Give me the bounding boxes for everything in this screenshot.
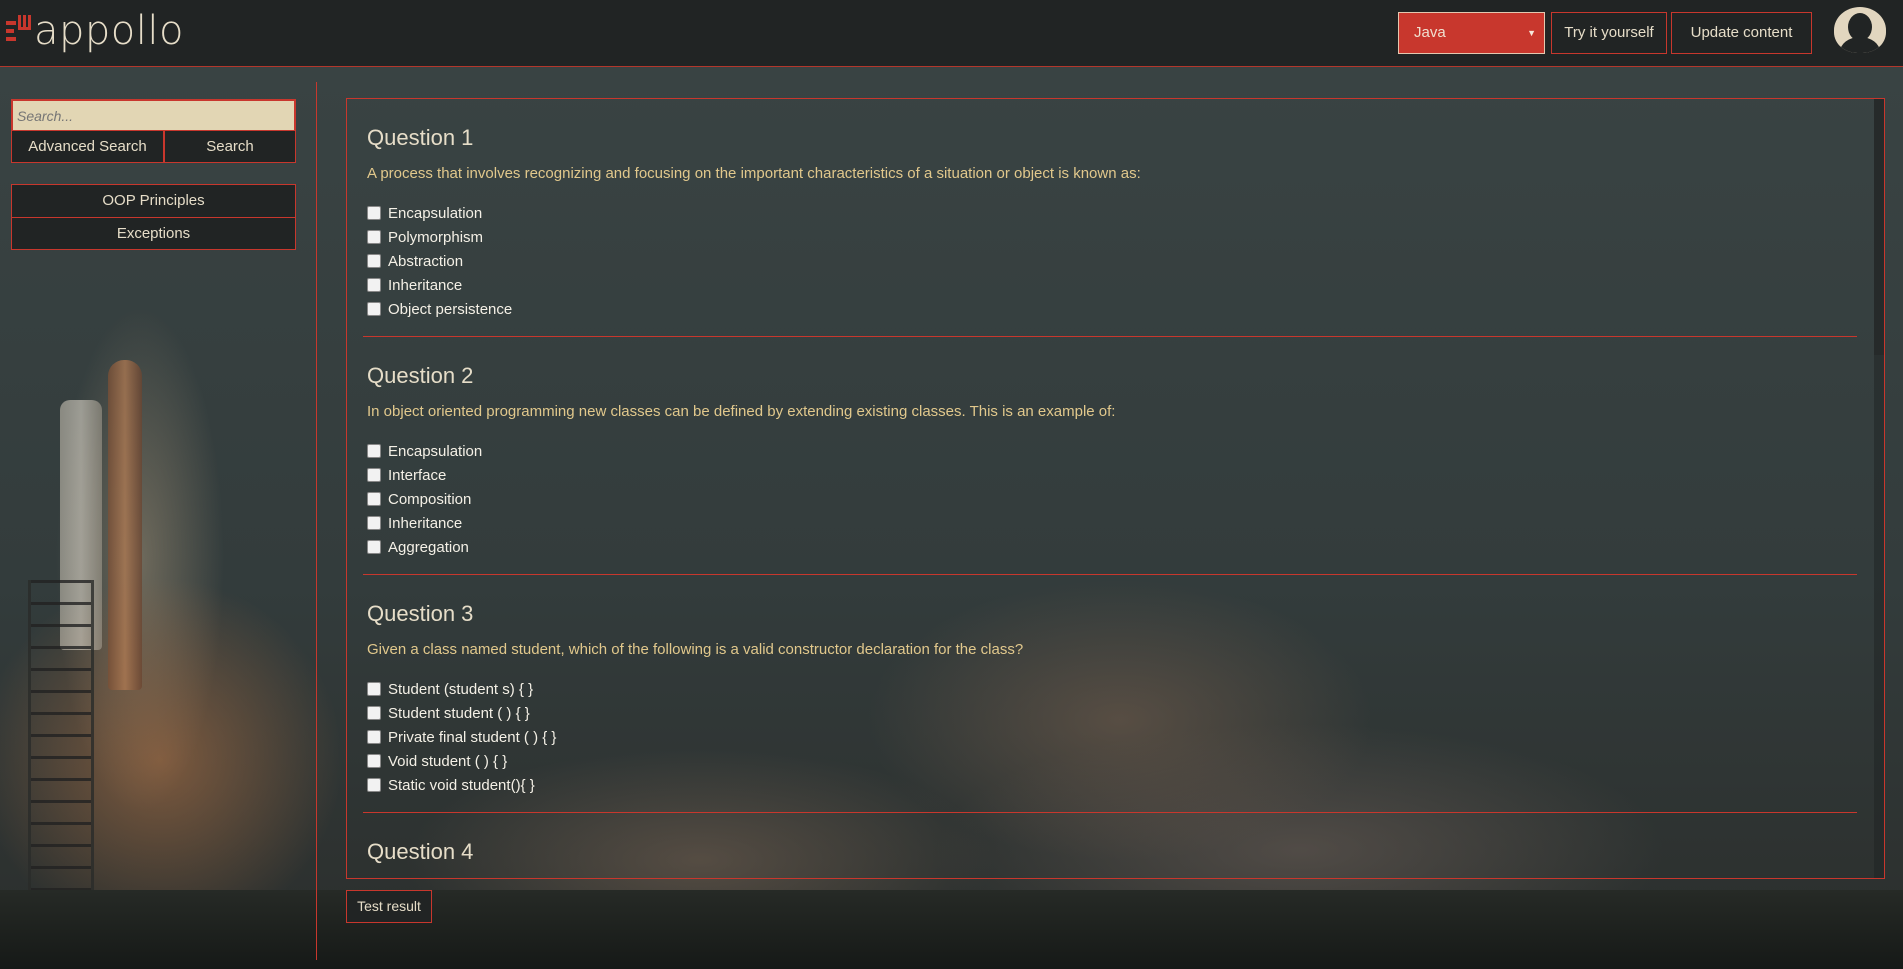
option-label: Student student ( ) { }	[388, 704, 530, 722]
option-label: Composition	[388, 490, 472, 508]
checkbox[interactable]	[367, 754, 381, 768]
search-button[interactable]: Search	[164, 130, 296, 163]
quiz-scrollbar[interactable]	[1874, 99, 1884, 878]
option-label: Void student ( ) { }	[388, 752, 508, 770]
question-title: Question 3	[367, 601, 474, 626]
user-avatar-icon[interactable]	[1834, 7, 1886, 53]
category-oop-principles[interactable]: OOP Principles	[12, 185, 295, 218]
category-exceptions[interactable]: Exceptions	[12, 218, 295, 250]
option-label: Encapsulation	[388, 442, 483, 460]
checkbox[interactable]	[367, 206, 381, 220]
option[interactable]: Void student ( ) { }	[367, 751, 507, 771]
option[interactable]: Interface	[367, 465, 446, 485]
rocket-tank-image	[108, 360, 142, 690]
option[interactable]: Student (student s) { }	[367, 679, 533, 699]
checkbox[interactable]	[367, 540, 381, 554]
option[interactable]: Student student ( ) { }	[367, 703, 530, 723]
search-input[interactable]	[11, 99, 296, 130]
checkbox[interactable]	[367, 492, 381, 506]
question-title: Question 2	[367, 363, 474, 388]
option-label: Aggregation	[388, 538, 469, 556]
option-label: Polymorphism	[388, 228, 484, 246]
app-logo[interactable]: appollo	[6, 6, 184, 56]
question-divider	[363, 574, 1857, 575]
checkbox[interactable]	[367, 778, 381, 792]
option-label: Static void student(){ }	[388, 776, 535, 794]
option[interactable]: Inheritance	[367, 513, 462, 533]
option[interactable]: Object persistence	[367, 299, 512, 319]
treeline-image	[0, 890, 1903, 969]
option[interactable]: Static void student(){ }	[367, 775, 535, 795]
checkbox[interactable]	[367, 230, 381, 244]
checkbox[interactable]	[367, 516, 381, 530]
advanced-search-button[interactable]: Advanced Search	[11, 130, 164, 163]
category-list: OOP Principles Exceptions	[11, 184, 296, 250]
option[interactable]: Encapsulation	[367, 441, 482, 461]
launch-tower-image	[28, 580, 94, 920]
quiz-panel[interactable]: Question 1 A process that involves recog…	[346, 98, 1885, 879]
checkbox[interactable]	[367, 468, 381, 482]
checkbox[interactable]	[367, 706, 381, 720]
option-label: Encapsulation	[388, 204, 483, 222]
checkbox[interactable]	[367, 278, 381, 292]
option-label: Student (student s) { }	[388, 680, 534, 698]
sidebar-divider	[316, 82, 317, 960]
option[interactable]: Composition	[367, 489, 471, 509]
language-select-value: Java	[1414, 24, 1446, 41]
option-label: Interface	[388, 466, 447, 484]
option-label: Inheritance	[388, 276, 463, 294]
option[interactable]: Private final student ( ) { }	[367, 727, 556, 747]
checkbox[interactable]	[367, 444, 381, 458]
try-it-yourself-button[interactable]: Try it yourself	[1551, 12, 1667, 54]
question-text: In object oriented programming new class…	[367, 403, 1116, 420]
option-label: Private final student ( ) { }	[388, 728, 557, 746]
question-divider	[363, 812, 1857, 813]
option[interactable]: Aggregation	[367, 537, 469, 557]
option[interactable]: Encapsulation	[367, 203, 482, 223]
option[interactable]: Polymorphism	[367, 227, 483, 247]
checkbox[interactable]	[367, 730, 381, 744]
logo-text: appollo	[34, 8, 184, 54]
scrollbar-thumb[interactable]	[1874, 99, 1884, 355]
language-select[interactable]: Java ▼	[1398, 12, 1545, 54]
option-label: Object persistence	[388, 300, 513, 318]
update-content-button[interactable]: Update content	[1671, 12, 1812, 54]
question-divider	[363, 336, 1857, 337]
question-text: Given a class named student, which of th…	[367, 641, 1024, 658]
top-header: appollo Java ▼ Try it yourself Update co…	[0, 0, 1903, 67]
option-label: Abstraction	[388, 252, 464, 270]
checkbox[interactable]	[367, 682, 381, 696]
question-title: Question 1	[367, 125, 474, 150]
question-text: A process that involves recognizing and …	[367, 165, 1141, 182]
dropdown-arrow-icon: ▼	[1527, 28, 1536, 38]
option-label: Inheritance	[388, 514, 463, 532]
option[interactable]: Inheritance	[367, 275, 462, 295]
question-title: Question 4	[367, 839, 474, 864]
logo-icon	[6, 15, 32, 47]
checkbox[interactable]	[367, 302, 381, 316]
option[interactable]: Abstraction	[367, 251, 463, 271]
test-result-button[interactable]: Test result	[346, 890, 432, 923]
checkbox[interactable]	[367, 254, 381, 268]
